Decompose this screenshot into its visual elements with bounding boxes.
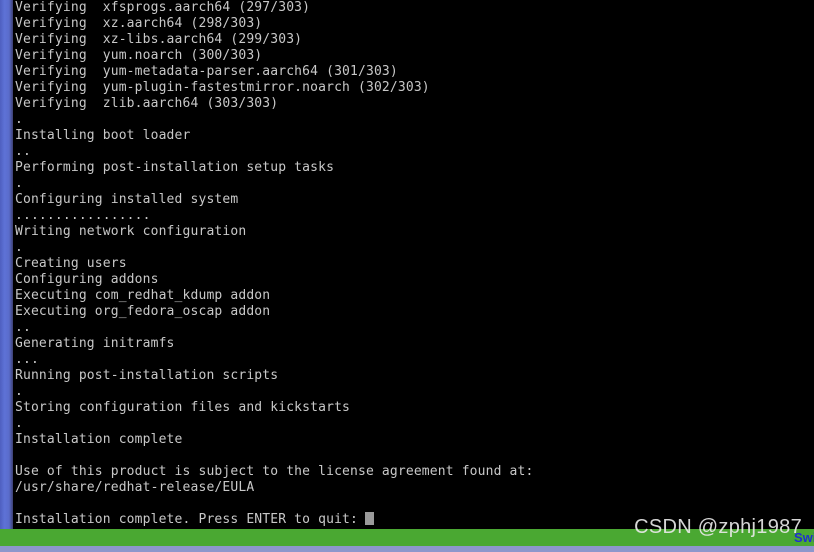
terminal-line: .. [15, 320, 31, 335]
terminal-line: Verifying xfsprogs.aarch64 (297/303) [15, 0, 311, 15]
terminal-line: Executing com_redhat_kdump addon [15, 288, 271, 303]
terminal-line: Installing boot loader [15, 128, 191, 143]
terminal-line: . [15, 240, 23, 255]
terminal-screen: Verifying xfsprogs.aarch64 (297/303) Veri… [0, 0, 814, 552]
terminal-line: Verifying zlib.aarch64 (303/303) [15, 96, 279, 111]
tmux-status-bar[interactable]: [anaconda]1:main* 2:shell 3:log 4:storag… [0, 529, 814, 546]
terminal-line: Running post-installation scripts [15, 368, 279, 383]
terminal-line: ... [15, 352, 39, 367]
terminal-line: ................. [15, 208, 151, 223]
bottom-accent-strip [0, 546, 814, 552]
scrollbar-indicator-strip[interactable] [0, 0, 13, 529]
terminal-line: Configuring installed system [15, 192, 239, 207]
terminal-line: . [15, 112, 23, 127]
terminal-line: Executing org_fedora_oscap addon [15, 304, 271, 319]
terminal-line: Installation complete. Press ENTER to qu… [15, 512, 814, 528]
terminal-line: Configuring addons [15, 272, 159, 287]
terminal-line: Creating users [15, 256, 127, 271]
terminal-line: Performing post-installation setup tasks [15, 160, 335, 175]
terminal-line: .. [15, 144, 31, 159]
terminal-line: Use of this product is subject to the li… [15, 464, 534, 479]
terminal-line: Storing configuration files and kickstar… [15, 400, 351, 415]
terminal-line: Verifying yum-plugin-fastestmirror.noarc… [15, 80, 430, 95]
terminal-line: Writing network configuration [15, 224, 247, 239]
terminal-line: Verifying xz.aarch64 (298/303) [15, 16, 263, 31]
terminal-line: Verifying xz-libs.aarch64 (299/303) [15, 32, 303, 47]
terminal-line: . [15, 416, 23, 431]
terminal-line: Verifying yum-metadata-parser.aarch64 (3… [15, 64, 398, 79]
text-cursor [365, 512, 374, 525]
terminal-line: Installation complete [15, 432, 183, 447]
clipped-blue-label: Swi [794, 530, 814, 545]
terminal-line: Verifying yum.noarch (300/303) [15, 48, 263, 63]
terminal-line: . [15, 384, 23, 399]
terminal-line: . [15, 176, 23, 191]
terminal-line: /usr/share/redhat-release/EULA [15, 480, 255, 495]
terminal-output[interactable]: Verifying xfsprogs.aarch64 (297/303) Veri… [15, 0, 814, 529]
terminal-line: Generating initramfs [15, 336, 175, 351]
